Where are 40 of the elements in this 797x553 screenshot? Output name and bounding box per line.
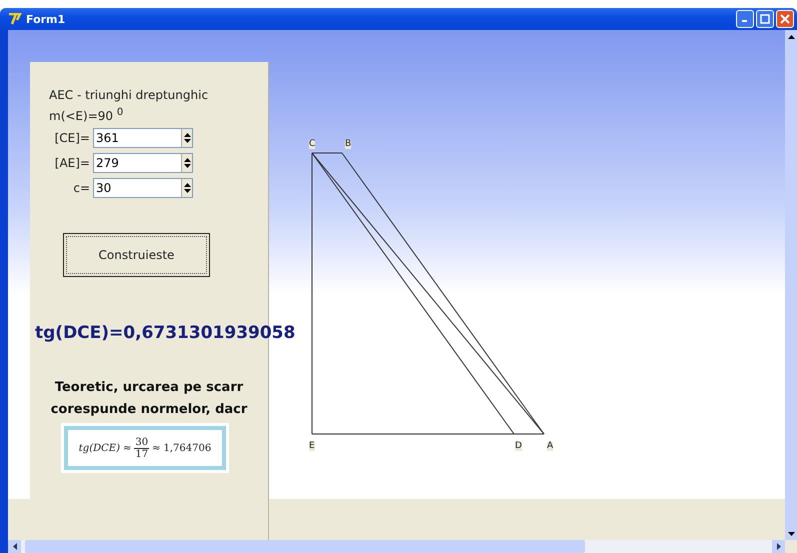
point-label: D — [515, 442, 522, 451]
minimize-button[interactable] — [736, 10, 754, 28]
number-field[interactable]: 361 — [93, 128, 181, 148]
note-text: corespunde normelor, dacr — [50, 401, 248, 419]
field-label: c= — [72, 180, 90, 194]
spin-down-icon — [184, 164, 190, 168]
construct-button[interactable]: Construieste — [63, 233, 210, 277]
horizontal-scrollbar[interactable] — [8, 540, 797, 553]
note-text: Teoretic, urcarea pe scarr — [54, 379, 244, 397]
point-label: E — [309, 442, 315, 451]
point-label: A — [547, 442, 554, 451]
size-grip[interactable] — [785, 540, 797, 553]
close-icon — [780, 14, 790, 24]
point-label: B — [345, 140, 352, 149]
close-button[interactable] — [776, 10, 794, 28]
maximize-icon — [760, 14, 770, 24]
spin-up-icon — [184, 158, 190, 162]
app-icon — [8, 13, 22, 25]
spin-button[interactable] — [181, 128, 193, 148]
scroll-down-icon — [788, 532, 794, 536]
number-field[interactable]: 30 — [93, 178, 181, 198]
field-label: [AE]= — [54, 156, 90, 170]
point-label: C — [309, 140, 316, 149]
window-title: Form1 — [26, 12, 66, 26]
spin-button[interactable] — [181, 178, 193, 198]
spin-down-icon — [184, 138, 190, 142]
spin-down-icon — [184, 188, 190, 192]
scroll-up-icon — [788, 34, 794, 38]
vertical-scrollbar[interactable] — [785, 30, 797, 540]
spin-up-icon — [184, 182, 190, 186]
heading-text: AEC - triunghi dreptunghic — [49, 87, 208, 104]
spin-up-icon — [184, 132, 190, 136]
scroll-left-icon — [12, 543, 16, 550]
scroll-right-icon — [776, 543, 780, 550]
number-field[interactable]: 279 — [93, 152, 181, 172]
spin-button[interactable] — [181, 152, 193, 172]
result-text: tg(DCE)=0,6731301939058 — [35, 323, 296, 343]
maximize-button[interactable] — [756, 10, 774, 28]
angle-text: m(<E)=90 $^{0}$ — [49, 106, 124, 125]
field-label: [CE]= — [54, 130, 90, 144]
